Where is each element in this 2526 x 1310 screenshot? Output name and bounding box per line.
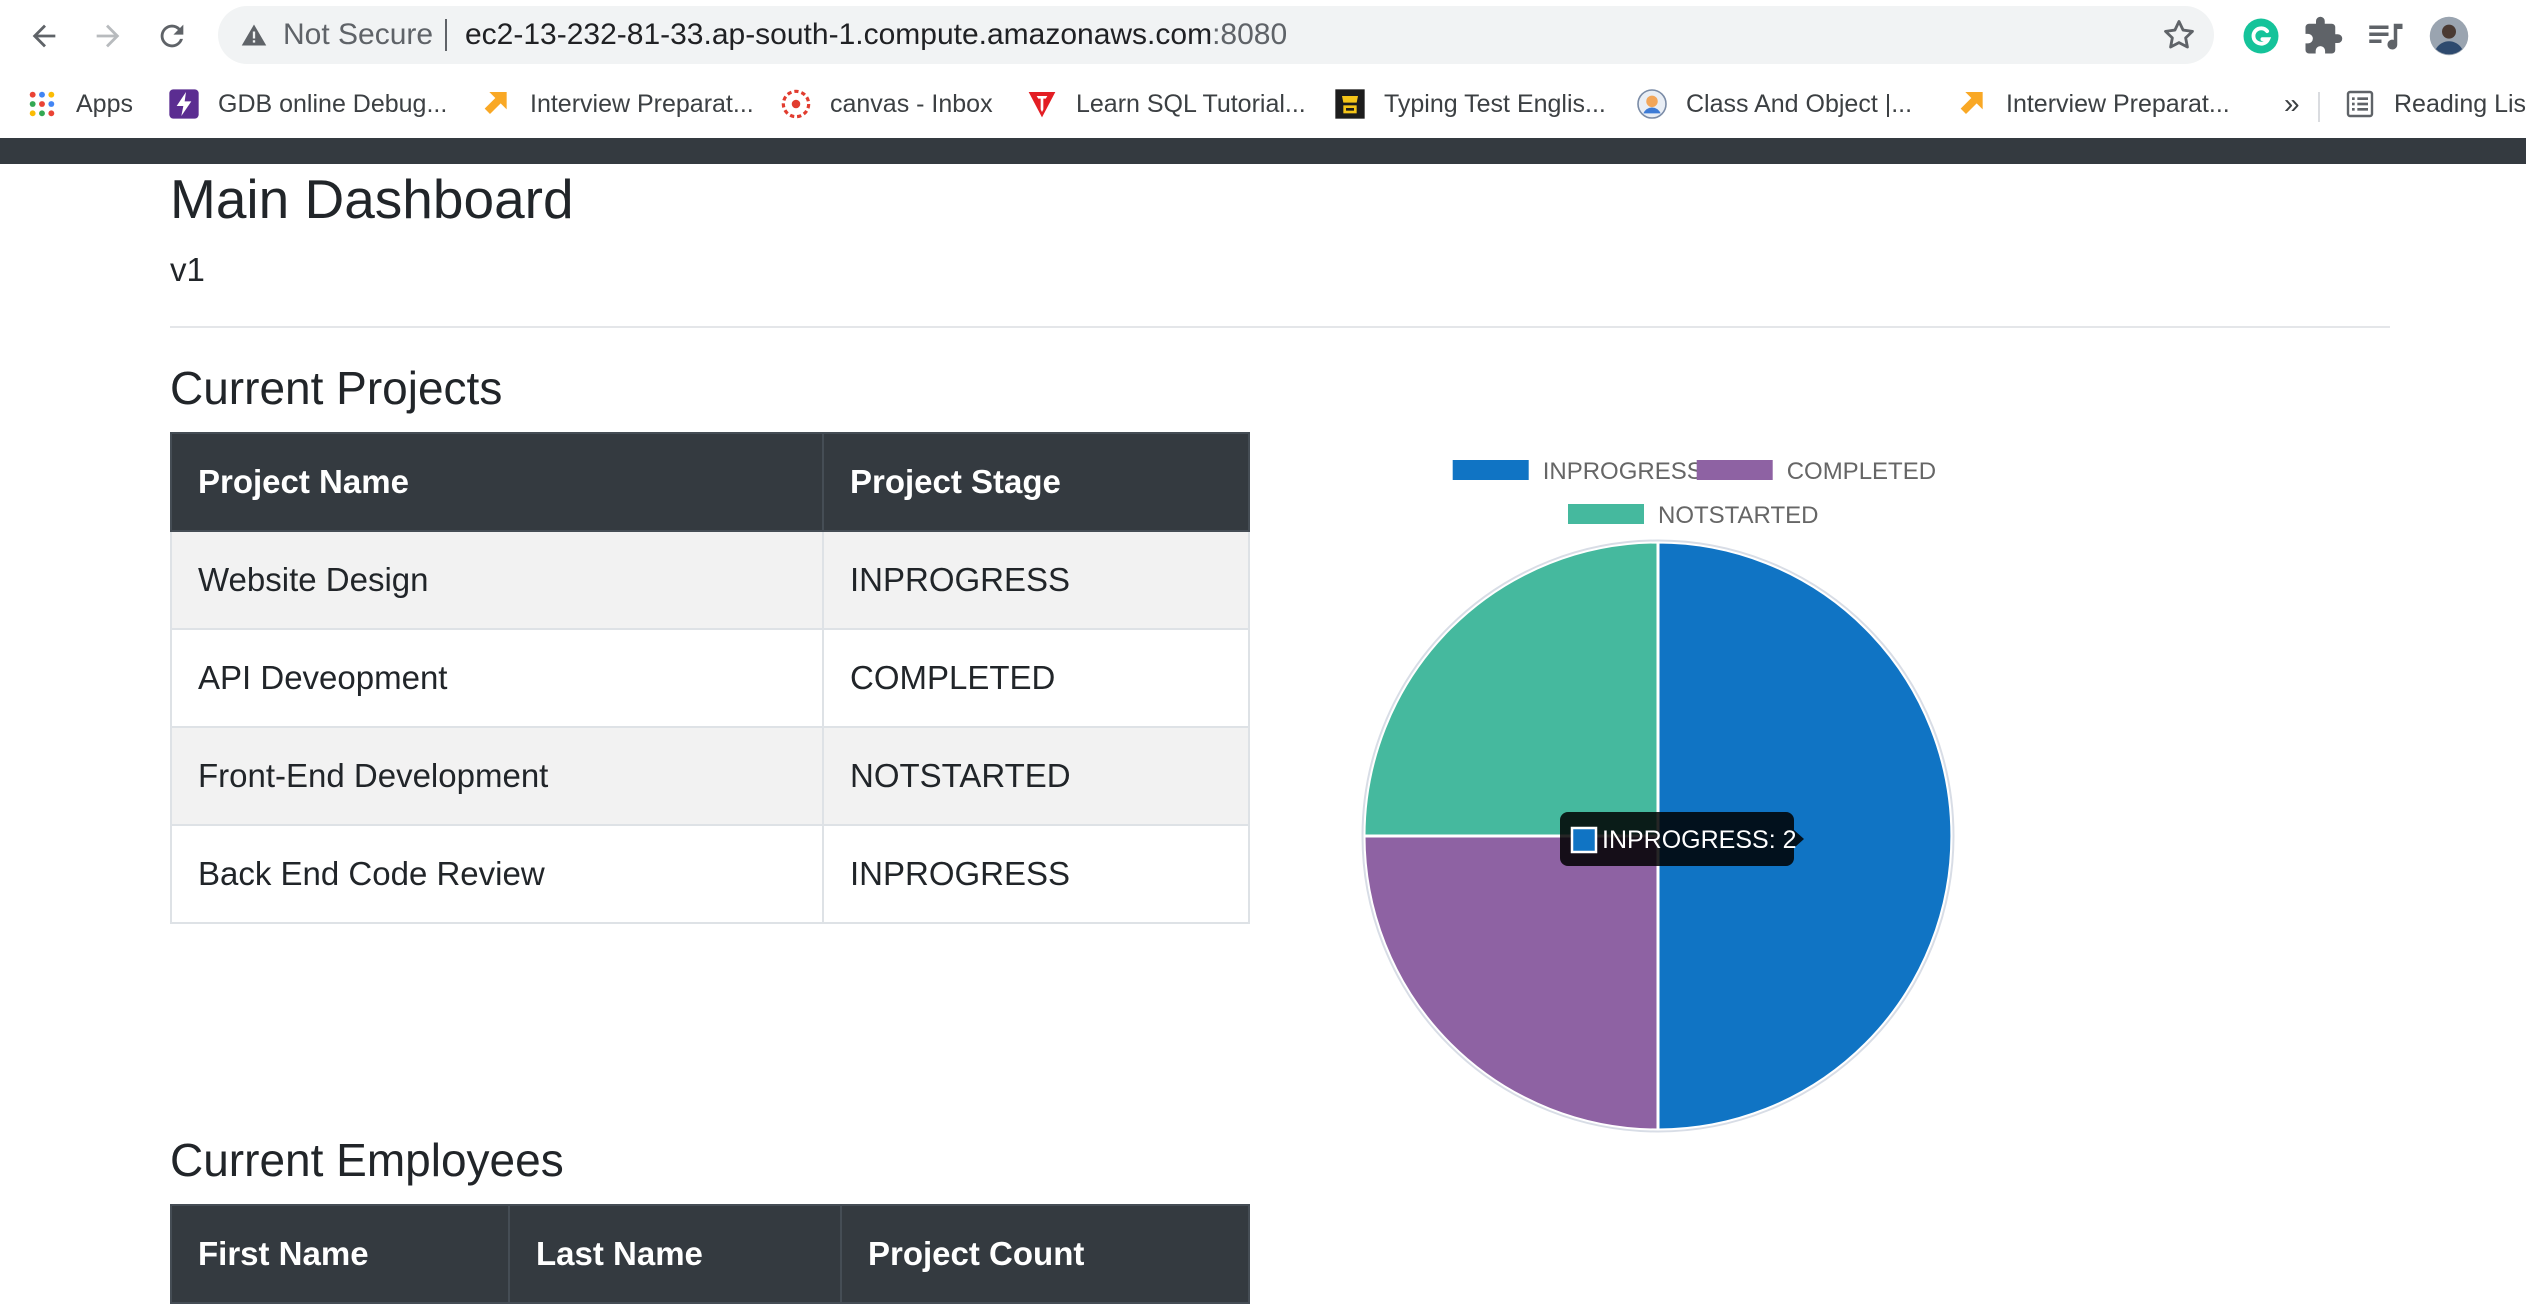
reading-list-icon: [2346, 90, 2374, 118]
table-row: Back End Code Review INPROGRESS: [170, 824, 1250, 924]
legend-item[interactable]: COMPLETED: [1696, 458, 1936, 485]
class-object-icon: [1637, 89, 1667, 119]
bookmark-apps[interactable]: Apps: [26, 86, 133, 122]
bookmark-typing-test[interactable]: Typing Test Englis...: [1334, 86, 1606, 122]
project-stage-cell: NOTSTARTED: [822, 726, 1250, 826]
bookmark-interview-prep-2[interactable]: Interview Preparat...: [1956, 86, 2230, 122]
bookmarks-separator: [2318, 92, 2320, 122]
project-name-cell: Website Design: [170, 530, 824, 630]
column-header-project-name: Project Name: [170, 432, 824, 532]
projects-table: Project Name Project Stage Website Desig…: [170, 432, 1250, 924]
address-bar[interactable]: Not Secure ec2-13-232-81-33.ap-south-1.c…: [218, 6, 2214, 64]
bookmark-label: Typing Test Englis...: [1384, 89, 1606, 118]
bookmark-sql-tutorial[interactable]: Learn SQL Tutorial...: [1026, 86, 1306, 122]
bookmark-label: GDB online Debug...: [218, 89, 448, 118]
bookmark-label: Interview Preparat...: [530, 89, 754, 118]
table-row: API Deveopment COMPLETED: [170, 628, 1250, 728]
sql-tutorial-icon: [1028, 92, 1056, 118]
back-button[interactable]: [20, 12, 68, 60]
page-title: Main Dashboard: [170, 168, 574, 230]
chart-tooltip: INPROGRESS: 2: [1560, 812, 1804, 866]
browser-toolbar: Not Secure ec2-13-232-81-33.ap-south-1.c…: [0, 0, 2526, 72]
project-stage-cell: INPROGRESS: [822, 530, 1250, 630]
header-divider: [170, 326, 2390, 328]
bookmark-label: Apps: [76, 89, 133, 118]
reload-icon: [160, 24, 184, 48]
back-arrow-icon: [32, 24, 56, 48]
apps-grid-icon: [29, 91, 55, 117]
forward-button[interactable]: [84, 12, 132, 60]
pie-slice-notstarted[interactable]: [1362, 540, 1660, 838]
project-name-cell: Back End Code Review: [170, 824, 824, 924]
legend-item[interactable]: NOTSTARTED: [1568, 502, 1818, 529]
project-name-cell: Front-End Development: [170, 726, 824, 826]
extensions-puzzle-icon[interactable]: [2302, 15, 2344, 57]
url-port: :8080: [1212, 18, 1288, 51]
reading-list-button[interactable]: Reading List: [2344, 86, 2526, 122]
arrow-bookmark-icon: [484, 92, 507, 114]
bookmark-class-object[interactable]: Class And Object |...: [1636, 86, 1912, 122]
bookmark-label: canvas - Inbox: [830, 89, 993, 118]
column-header-project-stage: Project Stage: [822, 432, 1250, 532]
column-header-last-name: Last Name: [508, 1204, 842, 1304]
legend-item[interactable]: INPROGRESS: [1452, 458, 1703, 485]
projects-heading: Current Projects: [170, 362, 503, 414]
bookmark-label: Class And Object |...: [1686, 89, 1913, 118]
reload-button[interactable]: [148, 12, 196, 60]
project-stage-pie-chart[interactable]: INPROGRESS COMPLETED NOTSTARTED INPROGRESS…: [1360, 440, 2000, 1140]
tooltip-swatch: [1570, 826, 1598, 854]
project-stage-cell: INPROGRESS: [822, 824, 1250, 924]
url-host: ec2-13-232-81-33.ap-south-1.compute.amaz…: [465, 18, 1213, 51]
bookmark-star-icon[interactable]: [2160, 16, 2198, 54]
chart-legend: INPROGRESS COMPLETED NOTSTARTED: [1452, 458, 1936, 529]
bookmark-canvas[interactable]: canvas - Inbox: [780, 86, 993, 122]
legend-swatch: [1568, 504, 1644, 524]
bookmark-label: Interview Preparat...: [2006, 89, 2230, 118]
bookmark-interview-prep-1[interactable]: Interview Preparat...: [480, 86, 754, 122]
column-header-first-name: First Name: [170, 1204, 510, 1304]
site-navbar: [0, 138, 2526, 164]
url-text[interactable]: ec2-13-232-81-33.ap-south-1.compute.amaz…: [465, 18, 1287, 52]
column-header-project-count: Project Count: [840, 1204, 1250, 1304]
pie-slice-completed[interactable]: [1362, 834, 1660, 1132]
forward-arrow-icon: [96, 24, 120, 48]
employees-table: First Name Last Name Project Count: [170, 1204, 1250, 1304]
canvas-icon: [781, 89, 811, 119]
overflow-chevron-icon: »: [2284, 88, 2300, 119]
bookmarks-overflow-button[interactable]: »: [2284, 86, 2300, 122]
legend-swatch: [1452, 460, 1529, 480]
page-version: v1: [170, 251, 205, 288]
employees-header-row: First Name Last Name Project Count: [170, 1204, 1250, 1304]
table-row: Front-End Development NOTSTARTED: [170, 726, 1250, 826]
projects-header-row: Project Name Project Stage: [170, 432, 1250, 532]
security-label[interactable]: Not Secure: [283, 18, 433, 52]
warning-triangle-icon: [241, 24, 267, 46]
profile-avatar-icon[interactable]: [2428, 15, 2470, 57]
project-stage-cell: COMPLETED: [822, 628, 1250, 728]
project-name-cell: API Deveopment: [170, 628, 824, 728]
arrow-bookmark-icon: [1960, 92, 1983, 114]
reading-list-label: Reading List: [2394, 89, 2526, 118]
employees-heading: Current Employees: [170, 1134, 564, 1186]
legend-label: INPROGRESS: [1543, 458, 1703, 485]
table-row: Website Design INPROGRESS: [170, 530, 1250, 630]
gdb-icon: [169, 89, 199, 119]
legend-label: COMPLETED: [1787, 458, 1936, 485]
legend-label: NOTSTARTED: [1658, 502, 1818, 529]
typing-test-icon: [1335, 89, 1365, 119]
tooltip-label: INPROGRESS: 2: [1602, 826, 1797, 854]
bookmark-label: Learn SQL Tutorial...: [1076, 89, 1306, 118]
omnibox-divider: [445, 19, 447, 51]
legend-swatch: [1696, 460, 1773, 480]
media-queue-icon[interactable]: [2364, 15, 2406, 57]
bookmark-gdb[interactable]: GDB online Debug...: [168, 86, 447, 122]
grammarly-icon[interactable]: [2240, 15, 2282, 57]
bookmarks-bar: Apps GDB online Debug... Interview Prepa…: [0, 72, 2526, 138]
